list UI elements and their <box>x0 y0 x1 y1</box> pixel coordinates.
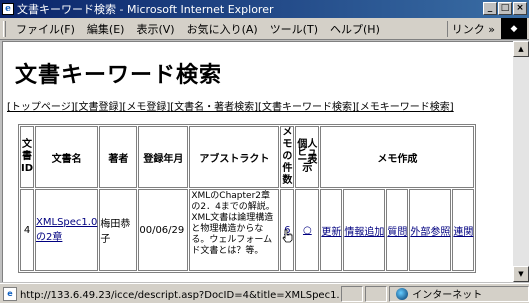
nav-link-doc-keyword-search[interactable]: [文書キーワード検索] <box>258 102 356 113</box>
nav-link-memo-keyword-search[interactable]: [メモキーワード検索] <box>356 102 454 113</box>
menu-favorites[interactable]: お気に入り(A) <box>181 21 264 37</box>
windows-logo-throbber: ◆ <box>501 18 527 39</box>
update-link[interactable]: 更新 <box>321 227 341 238</box>
globe-icon <box>396 287 409 300</box>
nav-link-doc-author-search[interactable]: [文書名・著者検索] <box>170 102 258 113</box>
hand-pointer-icon: 6 <box>282 225 293 242</box>
page-title: 文書キーワード検索 <box>15 63 223 88</box>
cell-doc-name: XMLSpec1.0の2章 <box>35 189 99 271</box>
doc-name-link[interactable]: XMLSpec1.0の2章 <box>36 217 97 243</box>
cell-personal-view: ○ <box>295 189 320 271</box>
window-title: 文書キーワード検索 - Microsoft Internet Explorer <box>17 3 274 16</box>
ie-icon: e <box>2 3 14 15</box>
scroll-down-arrow-icon[interactable]: ▼ <box>513 266 529 282</box>
header-memo-count: メモの件数 <box>280 126 295 188</box>
cell-abstract: XMLのChapter2章の2．4までの解説。XML文書は論理構造と物理構造から… <box>189 189 280 271</box>
cell-author: 梅田恭子 <box>99 189 138 271</box>
menu-file[interactable]: ファイル(F) <box>10 21 81 37</box>
table-row: 4 XMLSpec1.0の2章 梅田恭子 00/06/29 XMLのChapte… <box>20 189 475 271</box>
header-reg-date: 登録年月 <box>138 126 189 188</box>
cell-doc-id: 4 <box>20 189 35 271</box>
header-abstract: アブストラクト <box>189 126 280 188</box>
close-button[interactable]: × <box>513 2 527 15</box>
cell-memo-count: 6 <box>280 189 295 271</box>
question-link[interactable]: 質問 <box>387 227 407 238</box>
scroll-up-arrow-icon[interactable]: ▲ <box>513 41 529 57</box>
personal-view-link[interactable]: ○ <box>303 225 312 236</box>
menu-tools[interactable]: ツール(T) <box>264 21 324 37</box>
nav-link-memo-register[interactable]: [メモ登録] <box>122 102 170 113</box>
vertical-scrollbar[interactable]: ▲ ▼ <box>513 41 529 282</box>
page-icon: e <box>3 286 17 301</box>
table-header-row: 文書 ID 文書名 著者 登録年月 アブストラクト メモの件数 個人ビュー表示 メ… <box>20 126 475 188</box>
status-bar: e http://133.6.49.23/icce/descript.asp?D… <box>0 283 529 303</box>
cell-reg-date: 00/06/29 <box>138 189 189 271</box>
header-memo-create: メモ作成 <box>320 126 475 188</box>
document-table: 文書 ID 文書名 著者 登録年月 アブストラクト メモの件数 個人ビュー表示 メ… <box>18 124 477 273</box>
add-info-link[interactable]: 情報追加 <box>344 227 384 238</box>
header-personal-view: 個人ビュー表示 <box>295 126 320 188</box>
cell-action-add-info: 情報追加 <box>343 189 386 271</box>
title-bar: e 文書キーワード検索 - Microsoft Internet Explore… <box>0 0 529 18</box>
header-doc-id: 文書 ID <box>20 126 35 188</box>
maximize-button[interactable]: □ <box>498 2 512 15</box>
status-pane-empty <box>341 285 364 302</box>
menu-bar: ファイル(F) 編集(E) 表示(V) お気に入り(A) ツール(T) ヘルプ(… <box>0 18 529 40</box>
links-toolbar-button[interactable]: リンク » <box>446 21 499 37</box>
cell-action-external-ref: 外部参照 <box>409 189 452 271</box>
menu-help[interactable]: ヘルプ(H) <box>324 21 386 37</box>
status-pane-empty <box>365 285 388 302</box>
external-ref-link[interactable]: 外部参照 <box>410 227 450 238</box>
cell-action-relation: 連関 <box>452 189 475 271</box>
page-viewport: 文書キーワード検索 [トップページ][文書登録][メモ登録][文書名・著者検索]… <box>2 41 513 282</box>
zone-label: インターネット <box>412 290 483 301</box>
menu-edit[interactable]: 編集(E) <box>81 21 131 37</box>
cell-action-question: 質問 <box>386 189 409 271</box>
relation-link[interactable]: 連関 <box>453 227 473 238</box>
security-zone: インターネット <box>389 285 529 302</box>
header-author: 著者 <box>99 126 138 188</box>
nav-link-doc-register[interactable]: [文書登録] <box>75 102 123 113</box>
nav-link-top[interactable]: [トップページ] <box>7 102 75 113</box>
status-url: http://133.6.49.23/icce/descript.asp?Doc… <box>19 290 340 301</box>
nav-links: [トップページ][文書登録][メモ登録][文書名・著者検索][文書キーワード検索… <box>7 98 454 113</box>
toolbar-grip[interactable] <box>3 20 6 37</box>
menu-view[interactable]: 表示(V) <box>130 21 180 37</box>
minimize-button[interactable]: _ <box>483 2 497 15</box>
cell-action-update: 更新 <box>320 189 343 271</box>
header-doc-name: 文書名 <box>35 126 99 188</box>
